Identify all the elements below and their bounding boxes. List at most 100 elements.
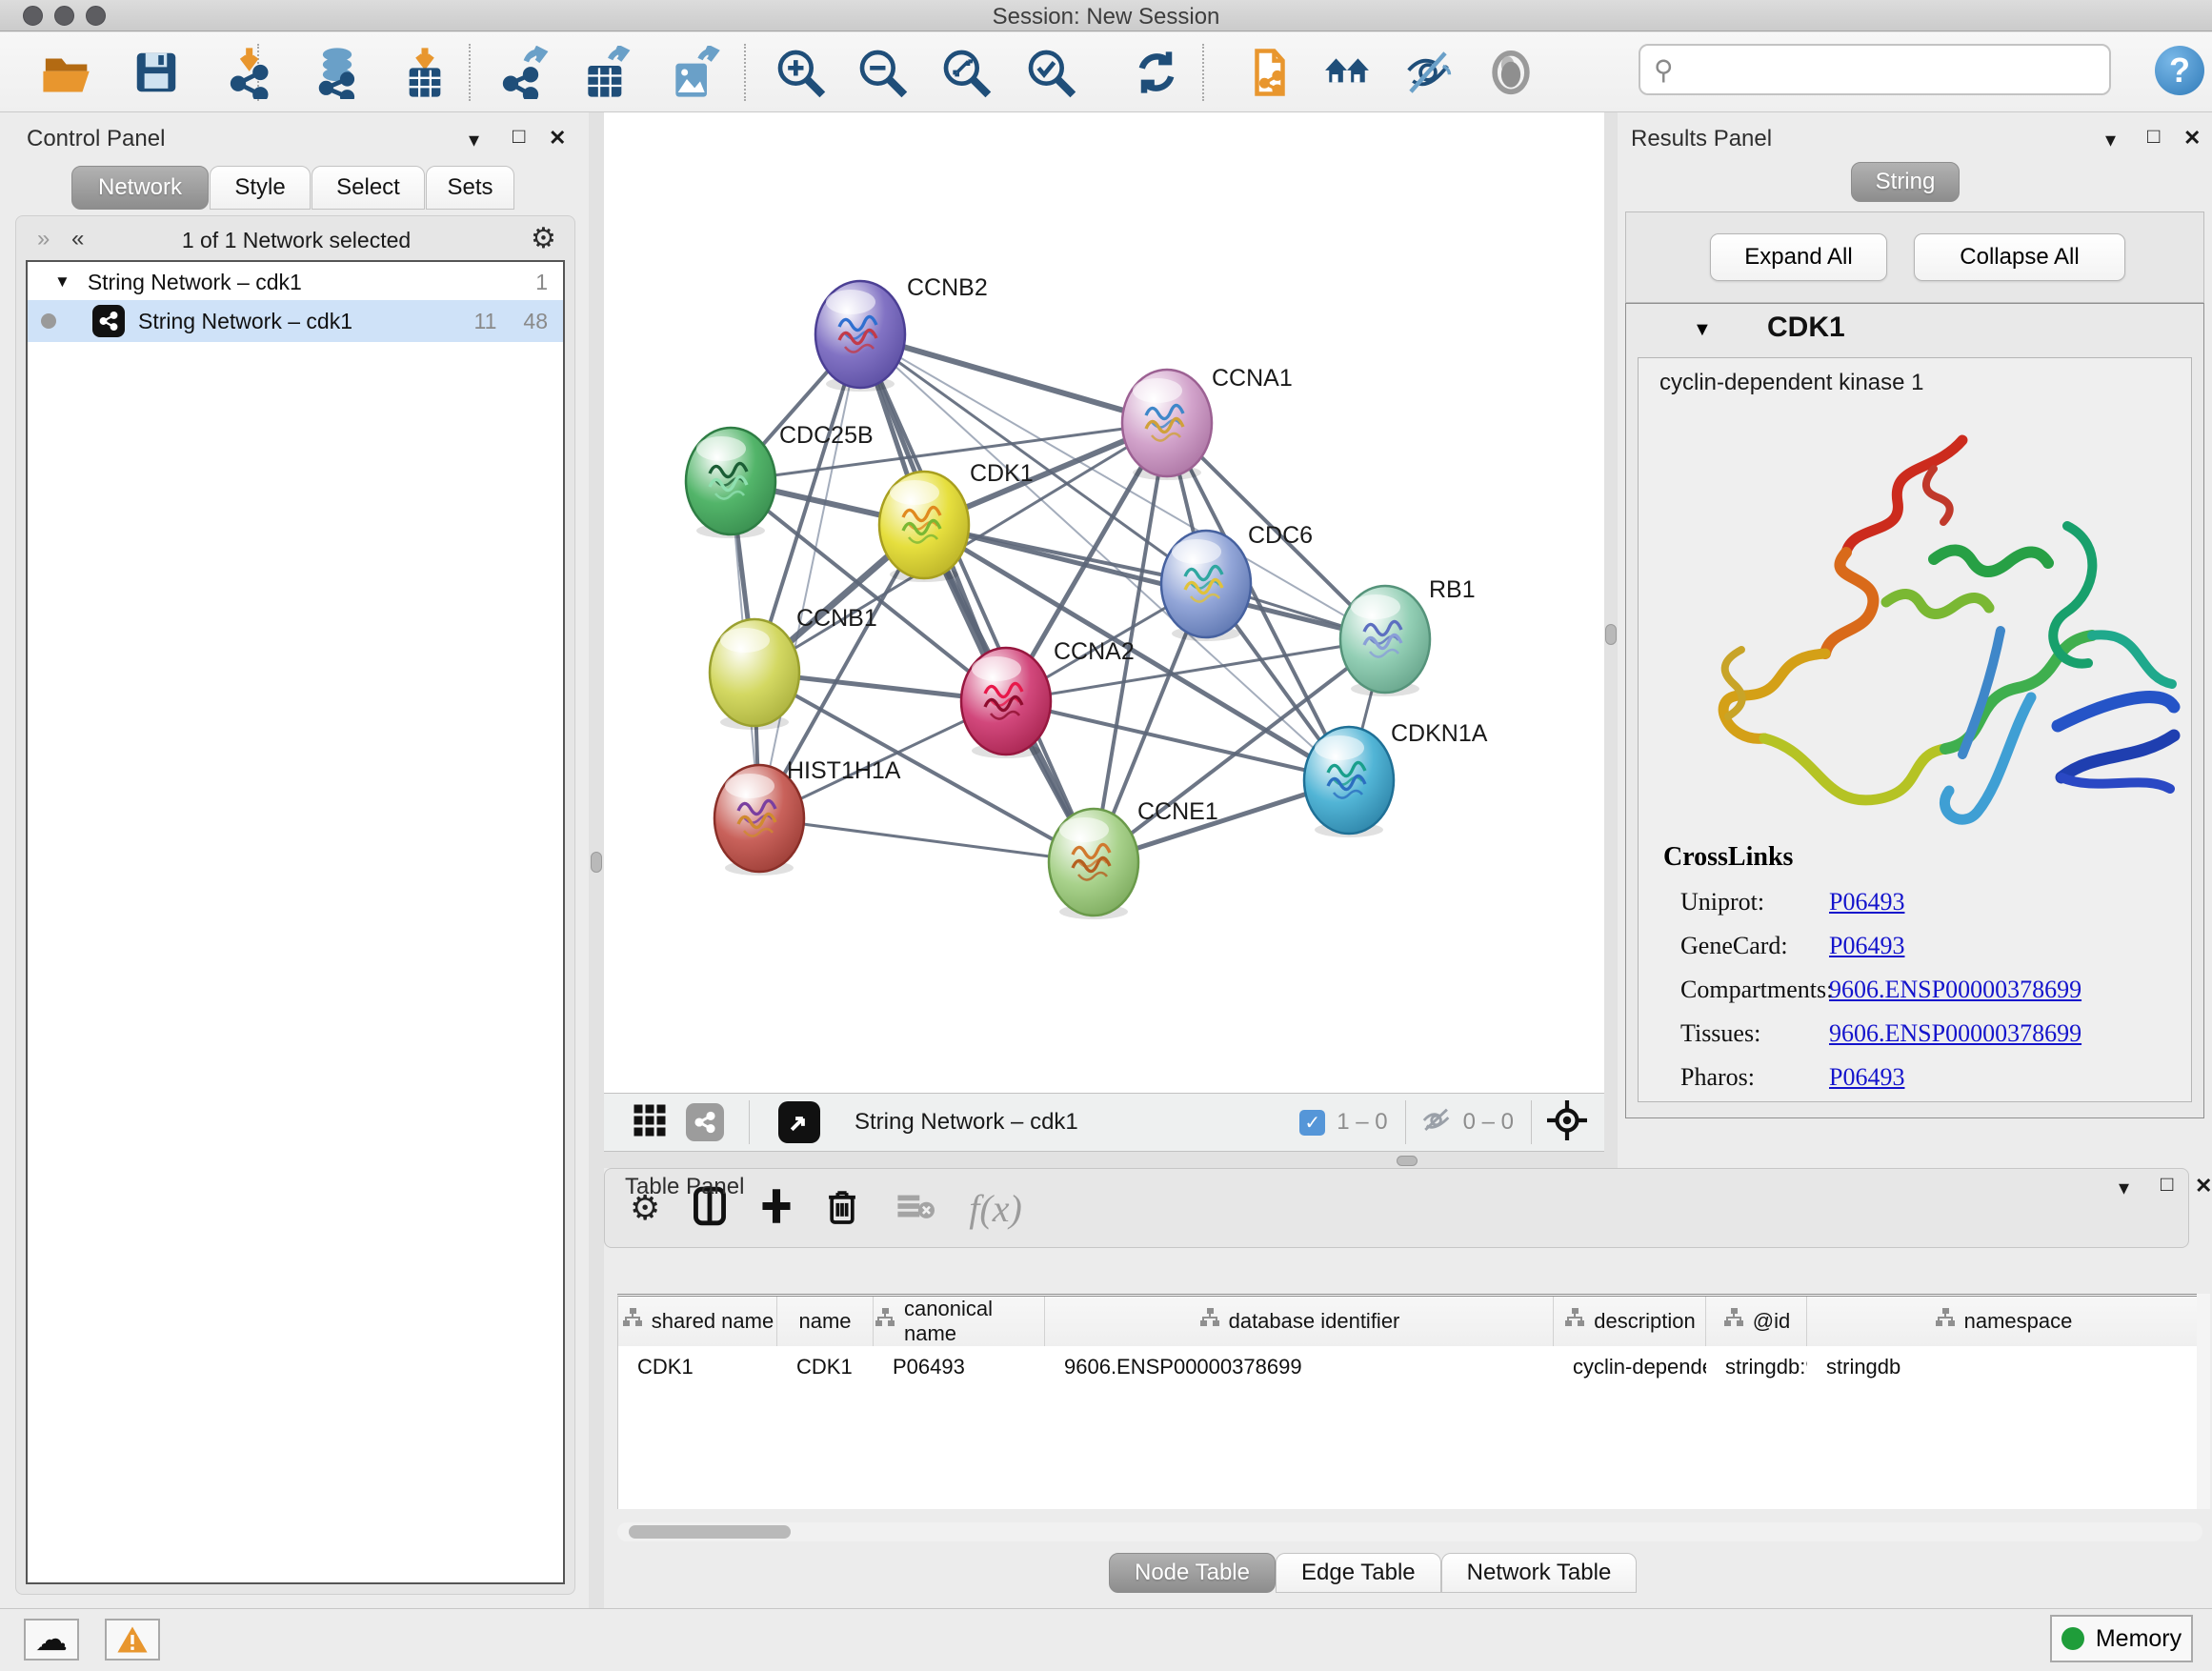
node-CCNB1[interactable] bbox=[710, 619, 799, 730]
edge-CCNB2-HIST1H1A[interactable] bbox=[759, 334, 860, 818]
edge-CCNA2-CDKN1A[interactable] bbox=[1006, 701, 1349, 780]
crosslink-link[interactable]: 9606.ENSP00000378699 bbox=[1829, 1019, 2081, 1048]
node-CCNA2[interactable] bbox=[961, 648, 1051, 758]
edge-CDK1-RB1[interactable] bbox=[924, 525, 1385, 639]
search-input[interactable] bbox=[1681, 56, 2091, 83]
cdk1-collapse-icon[interactable]: ▼ bbox=[1693, 319, 1712, 341]
bottom-splitter-handle[interactable] bbox=[1397, 1156, 1418, 1166]
node-CCNA1[interactable] bbox=[1122, 370, 1212, 480]
memory-button[interactable]: Memory bbox=[2050, 1615, 2193, 1662]
control-panel-float-icon[interactable]: □ bbox=[513, 124, 525, 149]
node-RB1[interactable] bbox=[1340, 586, 1430, 696]
crosslink-link[interactable]: P06493 bbox=[1829, 932, 1904, 960]
left-splitter-handle[interactable] bbox=[591, 852, 602, 873]
node-CCNB2[interactable] bbox=[815, 281, 905, 392]
cloud-status-button[interactable]: ☁ bbox=[24, 1619, 79, 1661]
hide-eye-icon[interactable] bbox=[1398, 42, 1458, 103]
crosslink-link[interactable]: 9606.ENSP00000378699 bbox=[1829, 976, 2081, 1004]
table-cell[interactable]: cyclin-dependent ... bbox=[1554, 1346, 1706, 1388]
results-panel-close-icon[interactable]: ✕ bbox=[2183, 126, 2201, 151]
share-view-icon[interactable] bbox=[686, 1103, 724, 1141]
export-table-icon[interactable] bbox=[575, 42, 636, 103]
function-builder-icon[interactable]: f(x) bbox=[969, 1186, 1022, 1231]
add-column-icon[interactable] bbox=[759, 1186, 794, 1231]
network-row[interactable]: String Network – cdk1 11 48 bbox=[28, 300, 563, 342]
save-session-icon[interactable] bbox=[126, 42, 187, 103]
table-cell[interactable]: stringdb bbox=[1807, 1346, 2200, 1388]
warning-status-button[interactable] bbox=[105, 1619, 160, 1661]
import-database-icon[interactable] bbox=[307, 42, 368, 103]
network-collection-row[interactable]: ▼ String Network – cdk1 1 bbox=[28, 266, 563, 298]
zoom-selected-icon[interactable] bbox=[1020, 42, 1081, 103]
tab-network[interactable]: Network bbox=[71, 166, 209, 210]
control-panel-close-icon[interactable]: ✕ bbox=[549, 126, 566, 151]
search-box[interactable]: ⚲ bbox=[1639, 44, 2111, 95]
table-panel-menu-icon[interactable]: ▾ bbox=[2119, 1176, 2129, 1200]
node-CCNE1[interactable] bbox=[1049, 809, 1138, 919]
expand-all-button[interactable]: Expand All bbox=[1710, 233, 1887, 281]
table-row[interactable]: CDK1CDK1P064939606.ENSP00000378699cyclin… bbox=[618, 1346, 2202, 1388]
node-CDC25B[interactable] bbox=[686, 428, 775, 538]
zoom-in-icon[interactable] bbox=[770, 42, 831, 103]
refresh-icon[interactable] bbox=[1126, 42, 1187, 103]
crosslink-link[interactable]: P06493 bbox=[1829, 888, 1904, 916]
crosslink-link[interactable]: P06493 bbox=[1829, 1063, 1904, 1092]
hidden-eye-icon[interactable] bbox=[1421, 1106, 1454, 1139]
homes-icon[interactable] bbox=[1317, 42, 1377, 103]
help-button[interactable]: ? bbox=[2155, 46, 2204, 95]
column-header--id[interactable]: @id bbox=[1706, 1297, 1807, 1346]
show-eye-icon[interactable] bbox=[1480, 42, 1541, 103]
table-cell[interactable]: P06493 bbox=[874, 1346, 1045, 1388]
fit-content-crosshair-icon[interactable] bbox=[1547, 1100, 1587, 1145]
column-header-description[interactable]: description bbox=[1554, 1297, 1706, 1346]
collapse-all-button[interactable]: Collapse All bbox=[1914, 233, 2125, 281]
results-panel-menu-icon[interactable]: ▾ bbox=[2105, 128, 2116, 152]
column-header-database-identifier[interactable]: database identifier bbox=[1045, 1297, 1554, 1346]
export-image-icon[interactable] bbox=[663, 42, 724, 103]
network-options-gear-icon[interactable]: ⚙ bbox=[531, 222, 556, 255]
table-horizontal-scrollbar[interactable] bbox=[617, 1522, 2202, 1541]
export-network-icon[interactable] bbox=[493, 42, 554, 103]
tab-sets[interactable]: Sets bbox=[426, 166, 514, 210]
column-header-canonical-name[interactable]: canonical name bbox=[874, 1297, 1045, 1346]
table-cell[interactable]: 9606.ENSP00000378699 bbox=[1045, 1346, 1554, 1388]
tab-select[interactable]: Select bbox=[312, 166, 425, 210]
tab-string[interactable]: String bbox=[1851, 162, 1960, 202]
collection-expand-icon[interactable]: ▼ bbox=[54, 272, 70, 292]
left-splitter[interactable] bbox=[589, 112, 604, 1151]
edge-HIST1H1A-CCNE1[interactable] bbox=[759, 818, 1094, 862]
delete-table-icon[interactable] bbox=[896, 1191, 935, 1226]
network-canvas[interactable]: CCNB2 CCNA1 CDC25B CDK1 CDC6 bbox=[604, 112, 1604, 1093]
node-CDK1[interactable] bbox=[879, 472, 969, 582]
table-cell[interactable]: stringdb:9... bbox=[1706, 1346, 1807, 1388]
table-vertical-scrollbar[interactable] bbox=[2197, 1294, 2210, 1509]
column-header-shared-name[interactable]: shared name bbox=[618, 1297, 777, 1346]
column-header-namespace[interactable]: namespace bbox=[1807, 1297, 2200, 1346]
table-cell[interactable]: CDK1 bbox=[777, 1346, 874, 1388]
control-panel-menu-icon[interactable]: ▾ bbox=[469, 128, 479, 152]
zoom-fit-icon[interactable] bbox=[935, 42, 996, 103]
table-panel-close-icon[interactable]: ✕ bbox=[2195, 1174, 2212, 1198]
delete-column-trash-icon[interactable] bbox=[826, 1186, 858, 1231]
edge-CCNB2-CCNA1[interactable] bbox=[860, 334, 1167, 423]
table-hscroll-thumb[interactable] bbox=[629, 1525, 791, 1539]
table-panel-float-icon[interactable]: □ bbox=[2161, 1172, 2173, 1197]
tab-network-table[interactable]: Network Table bbox=[1441, 1553, 1638, 1593]
tab-edge-table[interactable]: Edge Table bbox=[1276, 1553, 1441, 1593]
node-CDKN1A[interactable] bbox=[1304, 727, 1394, 837]
open-session-icon[interactable] bbox=[38, 42, 99, 103]
tab-node-table[interactable]: Node Table bbox=[1109, 1553, 1276, 1593]
table-cell[interactable]: CDK1 bbox=[618, 1346, 777, 1388]
tab-style[interactable]: Style bbox=[210, 166, 311, 210]
column-header-name[interactable]: name bbox=[777, 1297, 874, 1346]
birds-eye-view-icon[interactable] bbox=[778, 1101, 820, 1143]
document-share-icon[interactable] bbox=[1239, 42, 1300, 103]
import-network-icon[interactable] bbox=[221, 42, 282, 103]
collection-count: 1 bbox=[535, 270, 548, 295]
right-splitter-handle[interactable] bbox=[1605, 624, 1617, 645]
grid-view-icon[interactable] bbox=[633, 1103, 667, 1142]
results-panel-float-icon[interactable]: □ bbox=[2147, 124, 2160, 149]
zoom-out-icon[interactable] bbox=[852, 42, 913, 103]
selected-nodes-checkbox-icon[interactable]: ✓ bbox=[1299, 1110, 1325, 1136]
import-table-icon[interactable] bbox=[394, 42, 455, 103]
